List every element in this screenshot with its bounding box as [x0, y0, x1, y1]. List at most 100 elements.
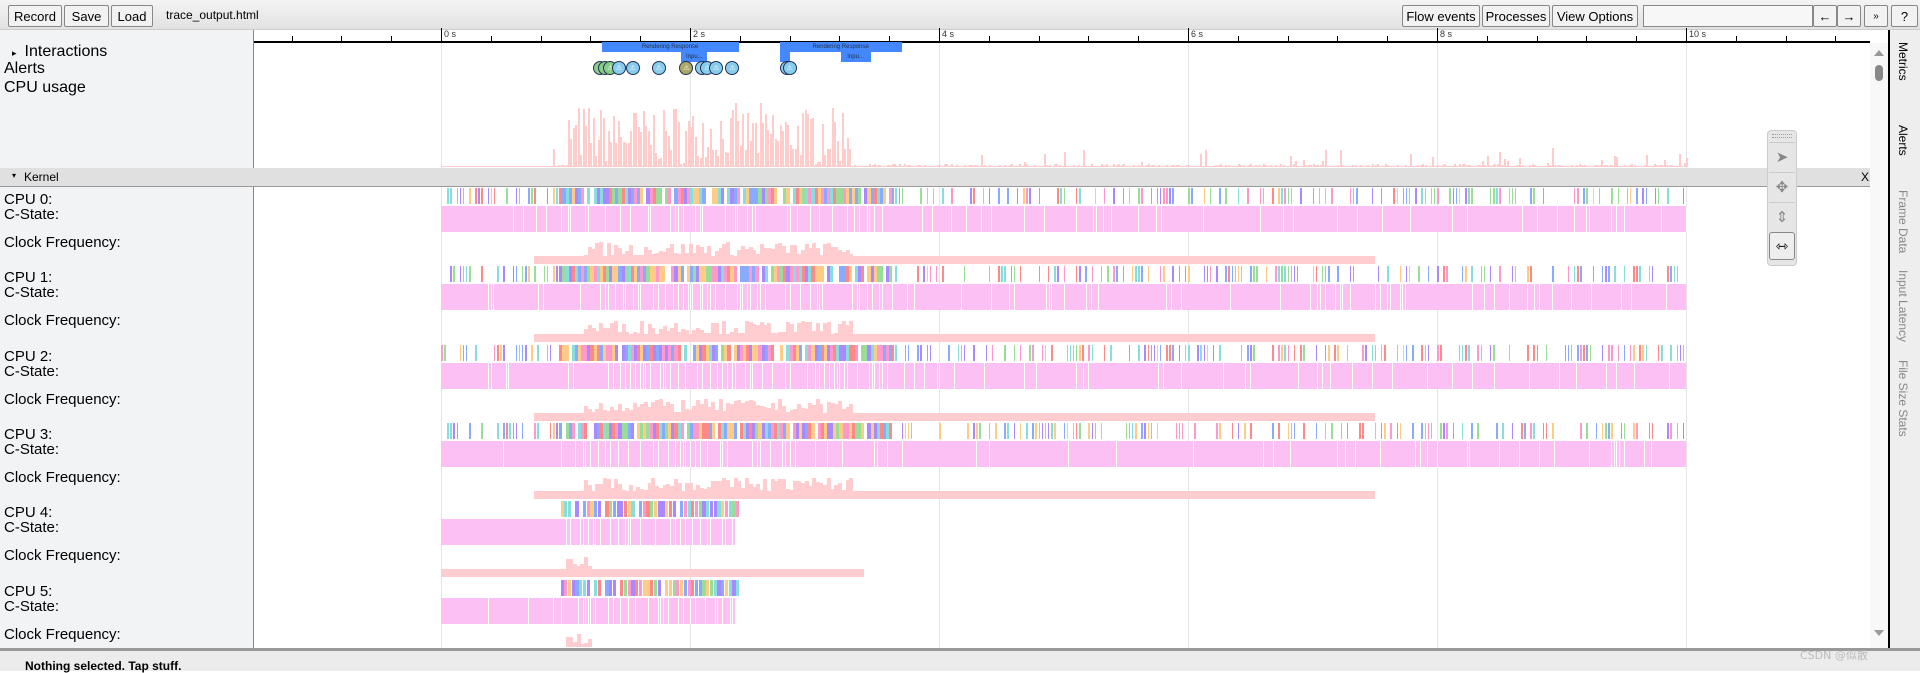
cpu-slice[interactable] [661, 501, 664, 517]
cpu-slice[interactable] [1272, 423, 1274, 439]
cpu-slice[interactable] [631, 345, 634, 361]
cpu-slice[interactable] [1288, 266, 1290, 282]
cpu-slice[interactable] [1250, 345, 1252, 361]
cpu-slice[interactable] [506, 423, 508, 439]
cpu-slice[interactable] [581, 345, 584, 361]
cpu-slice[interactable] [740, 423, 743, 439]
cpu-slice[interactable] [665, 501, 668, 517]
cpu-slice[interactable] [1144, 345, 1146, 361]
cpu-slice[interactable] [871, 345, 874, 361]
cpu-slice[interactable] [1042, 423, 1044, 439]
cpu-slice[interactable] [1577, 266, 1579, 282]
cpu-slice[interactable] [578, 423, 581, 439]
cpu-slice[interactable] [1272, 188, 1274, 204]
cpu-slice[interactable] [833, 345, 836, 361]
cpu-slice[interactable] [765, 345, 768, 361]
cpu-slice[interactable] [1135, 266, 1137, 282]
cpu-slice[interactable] [1172, 345, 1174, 361]
cpu-slice[interactable] [1468, 345, 1470, 361]
cpu-slice[interactable] [534, 188, 536, 204]
cpu-slice[interactable] [1580, 423, 1582, 439]
cpu-slice[interactable] [693, 423, 696, 439]
cpu-slice[interactable] [1384, 423, 1386, 439]
more-button[interactable]: » [1864, 5, 1888, 27]
cpu-slice[interactable] [1200, 345, 1202, 361]
cpu-slice[interactable] [516, 266, 518, 282]
cpu-slice[interactable] [1095, 423, 1097, 439]
cpu-slice[interactable] [681, 266, 684, 282]
cpu-slice[interactable] [736, 501, 739, 517]
cpu-slice[interactable] [771, 188, 774, 204]
cpu-slice[interactable] [668, 188, 671, 204]
cpu-slice[interactable] [743, 345, 746, 361]
cpu-slice[interactable] [780, 423, 783, 439]
cpu-slice[interactable] [979, 423, 981, 439]
cpu-slice[interactable] [534, 266, 536, 282]
cpu-slice[interactable] [637, 345, 640, 361]
cpu-slice[interactable] [620, 501, 623, 517]
cpu-slice[interactable] [1004, 423, 1006, 439]
cpu-slice[interactable] [1381, 423, 1383, 439]
cpu-slice[interactable] [762, 423, 765, 439]
cpu-slice[interactable] [740, 345, 743, 361]
cpu-slice[interactable] [724, 345, 727, 361]
cpu-slice[interactable] [620, 580, 623, 596]
cpu-slice[interactable] [902, 188, 904, 204]
cpu-slice[interactable] [765, 188, 768, 204]
cpu-slice[interactable] [1353, 188, 1355, 204]
cpu-slice[interactable] [609, 423, 612, 439]
cpu-slice[interactable] [612, 188, 615, 204]
cpu-slice[interactable] [1101, 423, 1103, 439]
cpu-slice[interactable] [1512, 423, 1514, 439]
cpu-slice[interactable] [743, 188, 746, 204]
cpu-slice[interactable] [469, 266, 471, 282]
cpu-slice[interactable] [671, 423, 674, 439]
cpu-slice[interactable] [1076, 423, 1078, 439]
cpu-slice[interactable] [1316, 266, 1318, 282]
cpu-slice[interactable] [1020, 345, 1022, 361]
cpu-slice[interactable] [1300, 188, 1302, 204]
cpu-slice[interactable] [695, 580, 698, 596]
cpu-slice[interactable] [1524, 423, 1526, 439]
cpu-slice[interactable] [1636, 266, 1638, 282]
cpu-slice[interactable] [783, 266, 786, 282]
cpu-slice[interactable] [846, 266, 849, 282]
cpu-slice[interactable] [1011, 266, 1013, 282]
cpu-slice[interactable] [936, 266, 938, 282]
cpu-slice[interactable] [786, 423, 789, 439]
cpu-slice[interactable] [1618, 345, 1620, 361]
cpu-slice[interactable] [665, 345, 668, 361]
cpu-slice[interactable] [696, 266, 699, 282]
interaction-slice[interactable]: Rendering Response [602, 42, 739, 52]
cpu-slice[interactable] [830, 423, 833, 439]
cpu-slice[interactable] [1060, 188, 1062, 204]
interaction-slice[interactable] [780, 52, 790, 62]
cpu-slice[interactable] [1067, 423, 1069, 439]
cpu-slice[interactable] [1104, 345, 1106, 361]
cpu-slice[interactable] [749, 423, 752, 439]
cpu-slice[interactable] [1275, 266, 1277, 282]
cpu-slice[interactable] [808, 188, 811, 204]
cpu-slice[interactable] [457, 188, 459, 204]
cpu-slice[interactable] [1599, 188, 1601, 204]
cpu-slice[interactable] [646, 423, 649, 439]
cpu-slice[interactable] [815, 266, 818, 282]
cpu-slice[interactable] [818, 345, 821, 361]
cpu-slice[interactable] [1141, 423, 1143, 439]
cpu-slice[interactable] [618, 266, 621, 282]
cpu-slice[interactable] [1029, 188, 1031, 204]
cpu-slice[interactable] [1602, 266, 1604, 282]
cpu-slice[interactable] [1627, 188, 1629, 204]
cpu-slice[interactable] [1530, 423, 1532, 439]
cpu-slice[interactable] [1661, 345, 1663, 361]
cpu-slice[interactable] [597, 188, 600, 204]
cpu-slice[interactable] [846, 423, 849, 439]
sidebar-tab-input-latency[interactable]: Input Latency [1896, 270, 1910, 342]
cpu-slice[interactable] [1213, 345, 1215, 361]
cpu-slice[interactable] [603, 188, 606, 204]
cpu-slice[interactable] [587, 580, 590, 596]
cpu-slice[interactable] [1182, 423, 1184, 439]
cpu-slice[interactable] [802, 188, 805, 204]
cpu-slice[interactable] [895, 266, 897, 282]
cpu-slice[interactable] [469, 188, 471, 204]
